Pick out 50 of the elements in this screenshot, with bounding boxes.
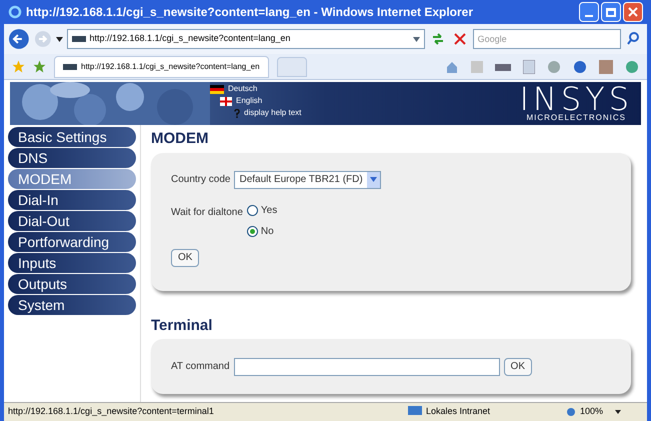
maximize-button[interactable] — [601, 2, 621, 22]
radio-button[interactable] — [246, 226, 258, 236]
radio-label: No — [260, 224, 274, 238]
radio-button[interactable] — [246, 204, 258, 216]
address-field[interactable]: http://192.168.1.1/cgi_s_newsite?content=lang_en — [66, 29, 425, 49]
star-icon[interactable] — [12, 60, 25, 73]
section-title: MODEM — [151, 129, 210, 149]
zoom-level[interactable]: 100% — [580, 405, 604, 419]
minimize-button[interactable] — [579, 2, 599, 22]
dropdown-icon — [370, 177, 377, 182]
at-command-field[interactable] — [234, 358, 500, 376]
search-field[interactable]: Google — [472, 29, 622, 49]
sidebar-item[interactable]: Dial-In — [8, 190, 136, 210]
window-title: http://192.168.1.1/cgi_s_newsite?content=lang_en - Windows Internet Explorer — [26, 4, 474, 21]
language-link[interactable]: Deutsch — [228, 83, 258, 95]
field-label: Wait for dialtone — [171, 206, 243, 220]
close-icon — [628, 7, 638, 17]
section-title: Terminal — [151, 316, 214, 336]
country-code-dropdown[interactable]: Default Europe TBR21 (FD) — [234, 170, 381, 188]
sidebar-item[interactable]: Outputs — [8, 274, 136, 294]
add-favorite-icon[interactable] — [33, 60, 46, 73]
sidebar-item[interactable]: Inputs — [8, 253, 136, 273]
close-button[interactable] — [623, 2, 643, 22]
dropdown-icon[interactable] — [615, 410, 622, 414]
sidebar-item[interactable]: System — [8, 295, 136, 315]
logo-text: INSYS — [519, 85, 633, 113]
dropdown-icon[interactable] — [56, 36, 63, 42]
browser-tab[interactable]: http://192.168.1.1/cgi_s_newsite?content=lang_en — [54, 56, 269, 78]
ok-button[interactable]: OK — [171, 248, 200, 266]
help-icon — [234, 108, 240, 118]
ok-button[interactable]: OK — [504, 358, 532, 376]
language-link[interactable]: English — [236, 95, 262, 107]
dropdown-arrow-button[interactable] — [366, 172, 380, 188]
sidebar-item[interactable]: DNS — [8, 148, 136, 168]
flag-icon — [210, 84, 224, 94]
help-link[interactable]: display help text — [244, 107, 302, 119]
field-label: AT command — [171, 360, 230, 374]
home-icon[interactable] — [445, 60, 459, 74]
radio-label: Yes — [260, 204, 278, 218]
help-icon[interactable] — [573, 60, 587, 74]
zone-text: Lokales Intranet — [426, 405, 492, 418]
logo-subtitle: MICROELECTRONICS — [526, 113, 626, 122]
sidebar-item[interactable]: MODEM — [8, 169, 136, 189]
sidebar-item[interactable]: Basic Settings — [8, 127, 136, 147]
status-text: http://192.168.1.1/cgi_s_newsite?content=terminal1 — [8, 405, 215, 418]
sidebar-item[interactable]: Dial-Out — [8, 211, 136, 231]
sidebar-item[interactable]: Portforwarding — [8, 232, 136, 252]
back-icon[interactable] — [8, 28, 30, 50]
field-label: Country code — [171, 173, 230, 187]
flag-icon — [220, 96, 232, 106]
